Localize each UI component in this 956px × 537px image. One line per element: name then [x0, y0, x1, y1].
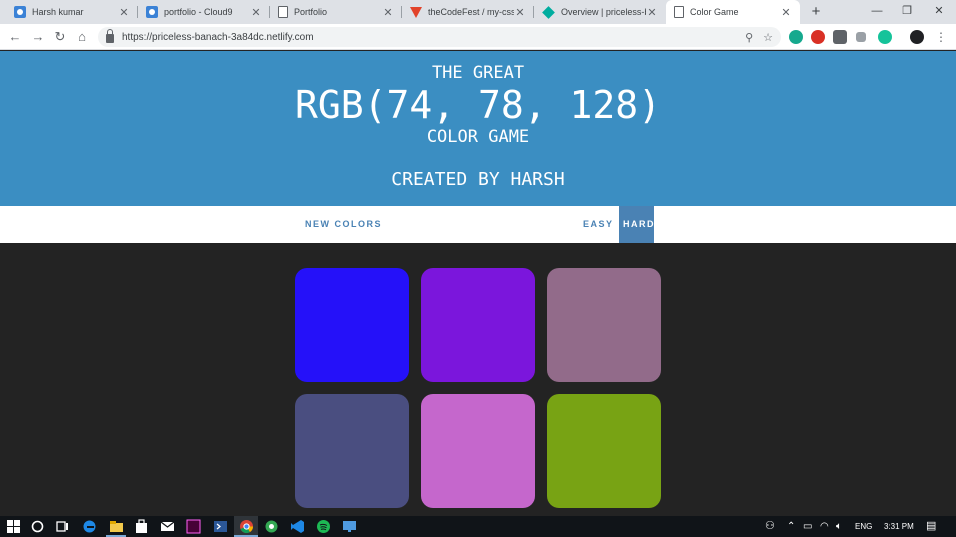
close-tab-icon[interactable]: ✕: [780, 6, 792, 19]
people-icon[interactable]: ⚇: [765, 516, 775, 537]
header-line-the-great: The Great: [431, 63, 525, 83]
language-indicator[interactable]: ENG: [855, 516, 872, 537]
back-arrow-icon[interactable]: ←: [5, 27, 25, 47]
close-tab-icon[interactable]: ✕: [646, 6, 658, 19]
url-text[interactable]: https://priceless-banach-3a84dc.netlify.…: [122, 32, 735, 43]
color-square[interactable]: [295, 268, 409, 382]
camera-favicon-icon: [14, 6, 26, 18]
browser-tab-active[interactable]: Color Game ✕: [666, 0, 800, 24]
camera-favicon-icon: [146, 6, 158, 18]
close-tab-icon[interactable]: ✕: [250, 6, 262, 19]
wifi-icon[interactable]: ◠: [820, 516, 829, 537]
battery-icon[interactable]: ▭: [803, 516, 812, 537]
grammarly-icon[interactable]: [878, 30, 892, 44]
adobe-xd-icon[interactable]: [186, 519, 201, 534]
new-colors-button[interactable]: New Colors: [301, 206, 386, 243]
easy-mode-button[interactable]: Easy: [579, 206, 618, 243]
show-hidden-icons-chevron-icon[interactable]: ⌃: [787, 516, 795, 537]
file-explorer-icon[interactable]: [109, 519, 124, 534]
notification-center-icon[interactable]: ▤: [926, 516, 936, 537]
close-tab-icon[interactable]: ✕: [514, 6, 526, 19]
browser-tab[interactable]: Harsh kumar ✕: [6, 0, 138, 24]
windows-taskbar: ⚇ ⌃ ▭ ◠ 🔈︎ ENG 3:31 PM ▤: [0, 516, 956, 537]
document-favicon-icon: [278, 6, 288, 18]
forward-arrow-icon[interactable]: →: [28, 27, 48, 47]
tab-title: Harsh kumar: [32, 7, 84, 17]
close-tab-icon[interactable]: ✕: [382, 6, 394, 19]
bookmark-star-icon[interactable]: ☆: [763, 31, 773, 44]
edge-browser-icon[interactable]: [82, 519, 97, 534]
chrome-icon[interactable]: [239, 519, 254, 534]
powershell-icon[interactable]: [213, 519, 228, 534]
spotify-icon[interactable]: [316, 519, 331, 534]
extension-mic-icon[interactable]: [811, 30, 825, 44]
store-bag-icon[interactable]: [134, 519, 149, 534]
close-tab-icon[interactable]: ✕: [118, 6, 130, 19]
author-credit: Created by Harsh: [391, 169, 565, 190]
browser-tab[interactable]: portfolio - Cloud9 ✕: [138, 0, 270, 24]
browser-tab[interactable]: Portfolio ✕: [270, 0, 402, 24]
restore-icon[interactable]: ❐: [892, 0, 922, 24]
monitor-app-icon[interactable]: [342, 519, 357, 534]
extension-m-icon[interactable]: [789, 30, 803, 44]
browser-toolbar: ← → ↻ ⌂ https://priceless-banach-3a84dc.…: [0, 24, 956, 50]
tab-title: theCodeFest / my-css-p: [428, 7, 514, 17]
color-square[interactable]: [547, 394, 661, 508]
tab-title: Portfolio: [294, 7, 328, 17]
controls-stripe: New Colors Easy Hard: [0, 206, 956, 243]
lock-icon: [106, 29, 114, 43]
color-square[interactable]: [295, 394, 409, 508]
game-header: The Great RGB(74, 78, 128) Color Game Cr…: [0, 51, 956, 206]
color-square[interactable]: [547, 268, 661, 382]
tab-title: Color Game: [690, 7, 739, 17]
cortana-search-icon[interactable]: [30, 519, 45, 534]
clock-time[interactable]: 3:31 PM: [884, 516, 914, 537]
menu-kebab-icon[interactable]: ⋮: [934, 30, 948, 44]
windows-start-icon[interactable]: [6, 519, 21, 534]
hard-mode-button[interactable]: Hard: [619, 206, 654, 243]
chrome-app-icon[interactable]: [264, 519, 279, 534]
rgb-target-display: RGB(74, 78, 128): [294, 83, 662, 127]
browser-tab[interactable]: Overview | priceless-ba ✕: [534, 0, 666, 24]
task-view-icon[interactable]: [55, 519, 70, 534]
close-window-icon[interactable]: ✕: [924, 0, 954, 24]
vscode-icon[interactable]: [290, 519, 305, 534]
volume-icon[interactable]: 🔈︎: [836, 516, 842, 537]
home-icon[interactable]: ⌂: [72, 27, 92, 47]
tab-title: portfolio - Cloud9: [164, 7, 233, 17]
minimize-icon[interactable]: —: [862, 0, 892, 24]
zoom-search-icon[interactable]: ⚲: [745, 31, 753, 44]
header-line-color-game: Color Game: [426, 127, 530, 147]
extension-camera-icon[interactable]: [833, 30, 847, 44]
color-square[interactable]: [421, 268, 535, 382]
extension-media-icon[interactable]: [856, 32, 866, 42]
address-bar[interactable]: https://priceless-banach-3a84dc.netlify.…: [98, 27, 781, 47]
color-game-page: The Great RGB(74, 78, 128) Color Game Cr…: [0, 51, 956, 516]
browser-tab[interactable]: theCodeFest / my-css-p ✕: [402, 0, 534, 24]
new-tab-button[interactable]: +: [807, 3, 825, 21]
browser-tab-strip: Harsh kumar ✕ portfolio - Cloud9 ✕ Portf…: [0, 0, 956, 24]
profile-avatar-icon[interactable]: [910, 30, 924, 44]
reload-icon[interactable]: ↻: [50, 27, 70, 47]
gitlab-fox-icon: [410, 6, 422, 18]
netlify-diamond-icon: [542, 5, 555, 19]
mail-icon[interactable]: [160, 519, 175, 534]
tab-title: Overview | priceless-ba: [561, 7, 646, 17]
color-square[interactable]: [421, 394, 535, 508]
document-favicon-icon: [674, 6, 684, 18]
